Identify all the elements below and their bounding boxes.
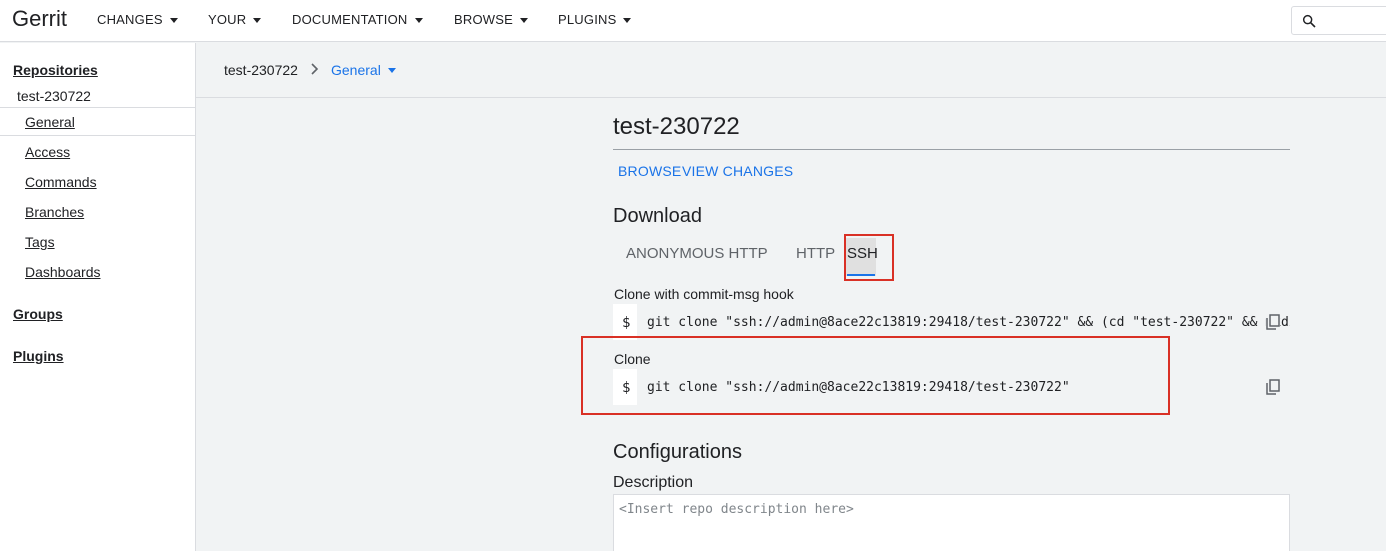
download-heading: Download — [613, 205, 702, 227]
sidebar-item-branches[interactable]: Branches — [25, 204, 84, 220]
menu-browse-label: BROWSE — [454, 12, 513, 27]
search-icon — [1302, 14, 1316, 28]
search-input[interactable] — [1291, 6, 1386, 35]
menu-changes[interactable]: CHANGES — [97, 12, 178, 27]
title-divider — [613, 149, 1290, 150]
caret-down-icon — [387, 68, 396, 73]
sidebar: Repositories test-230722 General Access … — [0, 43, 196, 551]
sidebar-repositories[interactable]: Repositories — [13, 62, 98, 78]
highlight-box-ssh — [844, 234, 894, 281]
clone-hook-command-text: git clone "ssh://admin@8ace22c13819:2941… — [647, 315, 1290, 330]
caret-down-icon — [519, 17, 528, 23]
sidebar-item-tags[interactable]: Tags — [25, 234, 55, 250]
view-changes-link[interactable]: VIEW CHANGES — [682, 163, 793, 179]
breadcrumb-section-label: General — [331, 62, 381, 78]
breadcrumb-section-dropdown[interactable]: General — [331, 62, 396, 78]
menu-plugins-label: PLUGINS — [558, 12, 617, 27]
copy-icon[interactable] — [1266, 379, 1280, 395]
caret-down-icon — [253, 17, 262, 23]
highlight-box-clone — [581, 336, 1170, 415]
breadcrumb: test-230722 General — [196, 43, 1386, 98]
sidebar-plugins[interactable]: Plugins — [13, 348, 64, 364]
chevron-right-icon — [311, 63, 319, 75]
description-label: Description — [613, 474, 694, 491]
sidebar-item-general[interactable]: General — [25, 114, 75, 130]
brand-logo[interactable]: Gerrit — [12, 6, 67, 32]
top-header: Gerrit CHANGES YOUR DOCUMENTATION BROWSE… — [0, 0, 1386, 42]
description-input[interactable] — [619, 502, 1279, 517]
sidebar-item-commands[interactable]: Commands — [25, 174, 97, 190]
menu-documentation[interactable]: DOCUMENTATION — [292, 12, 423, 27]
breadcrumb-repo: test-230722 — [224, 62, 298, 78]
menu-plugins[interactable]: PLUGINS — [558, 12, 632, 27]
clone-hook-label: Clone with commit-msg hook — [614, 286, 794, 302]
browse-link[interactable]: BROWSE — [618, 163, 681, 179]
copy-icon[interactable] — [1266, 314, 1280, 330]
page-title: test-230722 — [613, 113, 740, 140]
clone-hook-command[interactable]: git clone "ssh://admin@8ace22c13819:2941… — [637, 304, 1290, 340]
sidebar-item-access[interactable]: Access — [25, 144, 70, 160]
sidebar-groups[interactable]: Groups — [13, 306, 63, 322]
caret-down-icon — [623, 17, 632, 23]
menu-documentation-label: DOCUMENTATION — [292, 12, 408, 27]
description-field[interactable] — [613, 494, 1290, 551]
sidebar-item-dashboards[interactable]: Dashboards — [25, 264, 101, 280]
tab-anonymous-http[interactable]: ANONYMOUS HTTP — [626, 245, 768, 262]
sidebar-repo-name: test-230722 — [17, 88, 91, 104]
menu-your-label: YOUR — [208, 12, 247, 27]
menu-changes-label: CHANGES — [97, 12, 163, 27]
caret-down-icon — [414, 17, 423, 23]
menu-browse[interactable]: BROWSE — [454, 12, 528, 27]
tab-http[interactable]: HTTP — [796, 245, 835, 262]
prompt-symbol: $ — [622, 315, 631, 331]
clone-hook-command-row: $ git clone "ssh://admin@8ace22c13819:29… — [613, 304, 1290, 340]
menu-your[interactable]: YOUR — [208, 12, 262, 27]
configurations-heading: Configurations — [613, 441, 742, 463]
caret-down-icon — [169, 17, 178, 23]
